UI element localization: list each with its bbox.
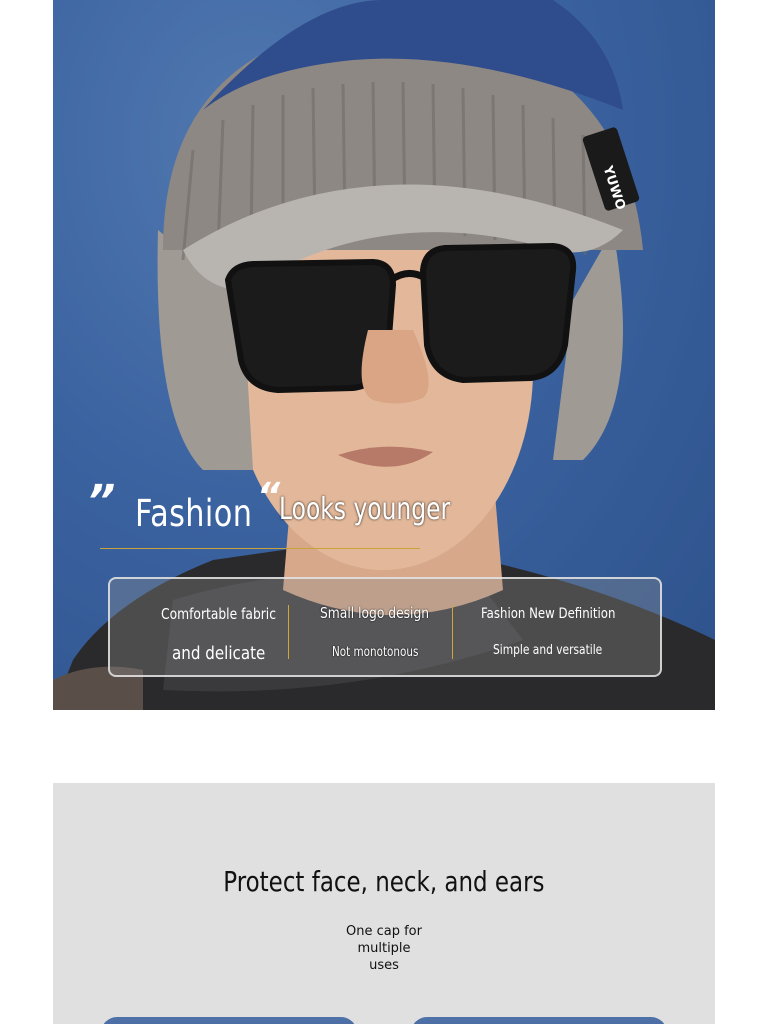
gold-divider-line [100,548,420,549]
product-thumbnail-right [411,1017,667,1024]
section-title-text: Protect face, neck, and ears [223,865,545,898]
section-title: Protect face, neck, and ears [53,865,715,898]
feature-1-title: Comfortable fabric [161,605,276,623]
product-thumbnail-left [101,1017,357,1024]
feature-2-subtitle: Not monotonous [332,645,419,660]
section-subtitle-line2: uses [369,958,399,973]
feature-separator [288,605,289,659]
feature-separator [452,605,453,659]
section-subtitle: One cap for multiple uses [324,923,444,974]
fashion-heading: Fashion [135,492,253,535]
section-subtitle-line1: One cap for multiple [346,924,422,956]
quote-close-mark: “ [257,476,281,517]
protect-section: Protect face, neck, and ears One cap for… [53,783,715,1024]
feature-3-title: Fashion New Definition [481,606,616,622]
feature-2-title: Small logo design [320,604,430,622]
feature-1-subtitle: and delicate [172,643,266,664]
hero-image: YUWO ” Fashion “ Looks younger Comfortab… [53,0,715,710]
looks-younger-heading: Looks younger [279,492,451,527]
feature-3-subtitle: Simple and versatile [493,643,603,658]
features-panel: Comfortable fabric and delicate Small lo… [108,577,662,677]
quote-open-mark: ” [87,476,116,527]
